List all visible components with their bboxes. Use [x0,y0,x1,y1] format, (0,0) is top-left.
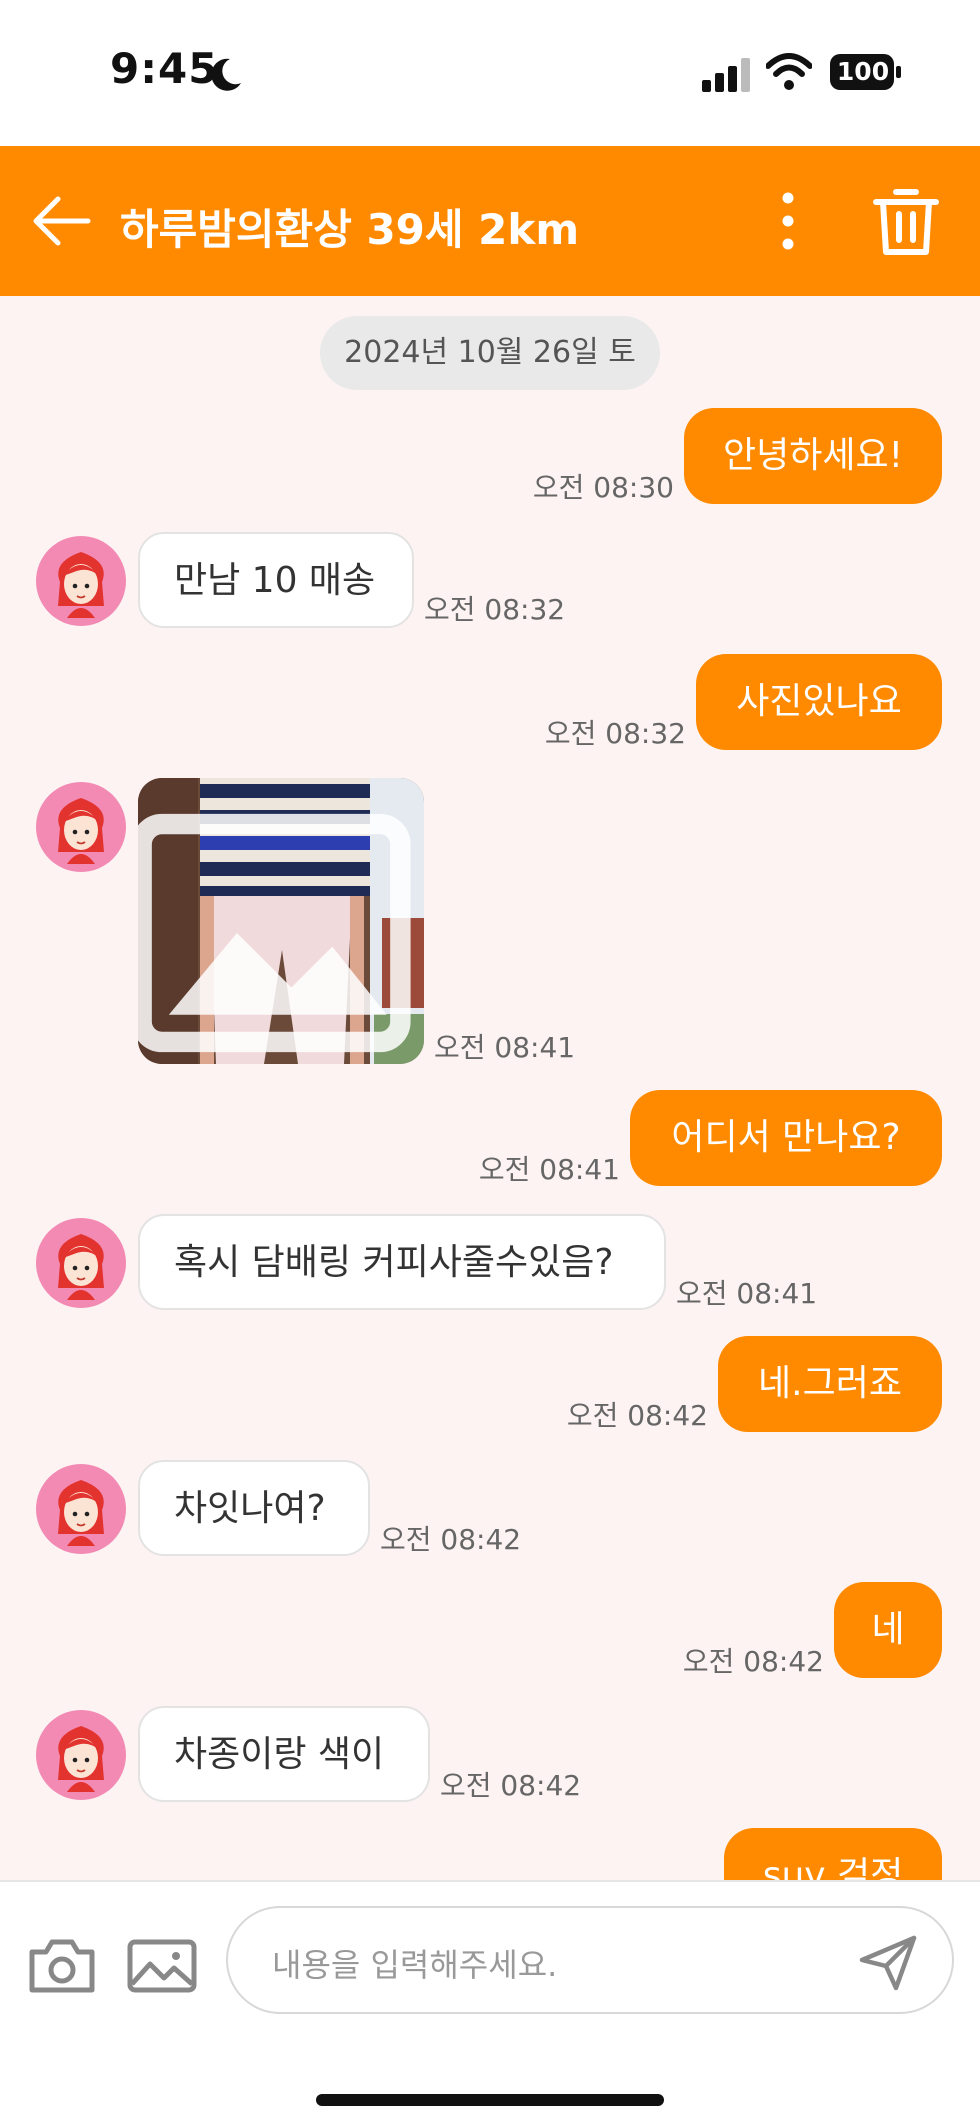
incoming-message-bubble[interactable]: 만남 10 매송 [138,532,414,628]
home-indicator [316,2094,664,2106]
outgoing-message-bubble[interactable]: 네.그러죠 [718,1336,942,1432]
message-time: 오전 08:42 [682,1645,824,1678]
moon-icon [211,58,241,91]
chat-message-list[interactable]: 2024년 10월 26일 토 안녕하세요! 오전 08:30 만남 10 매송… [0,296,980,1880]
trash-icon[interactable] [872,184,940,258]
back-arrow-icon[interactable] [28,188,94,254]
signal-icon [702,58,750,92]
outgoing-message-bubble[interactable]: 네 [834,1582,942,1678]
message-time: 오전 08:42 [440,1769,582,1802]
message-time: 오전 08:32 [424,593,566,626]
shared-photo[interactable] [138,778,424,1064]
battery-level: 100 [836,57,890,86]
incoming-message-bubble[interactable]: 혹시 담배링 커피사줄수있음? [138,1214,666,1310]
partner-avatar[interactable] [36,1464,126,1554]
message-time: 오전 08:32 [544,717,686,750]
message-input-bar: 내용을 입력해주세요. [0,1880,980,2124]
outgoing-message-bubble[interactable]: 사진있나요 [696,654,942,750]
partner-avatar[interactable] [36,782,126,872]
send-icon[interactable] [858,1934,918,1992]
gallery-icon[interactable] [126,1938,198,1994]
incoming-message-bubble[interactable]: 차잇나여? [138,1460,370,1556]
message-time: 오전 08:42 [566,1399,708,1432]
partner-avatar[interactable] [36,1218,126,1308]
message-time: 오전 08:30 [532,471,674,504]
camera-icon[interactable] [26,1936,98,1996]
partner-avatar[interactable] [36,536,126,626]
chat-header: 하루밤의환상 39세 2km [0,146,980,296]
wifi-icon [766,53,812,90]
image-icon [138,813,411,1053]
status-bar: 9:45 100 [0,0,980,146]
message-input-placeholder: 내용을 입력해주세요. [272,1946,558,1984]
outgoing-message-bubble[interactable]: 안녕하세요! [684,408,942,504]
message-time: 오전 08:41 [434,1031,576,1064]
more-options-icon[interactable] [770,188,806,254]
message-time: 오전 08:41 [478,1153,620,1186]
date-separator: 2024년 10월 26일 토 [320,316,660,390]
outgoing-message-bubble[interactable]: 어디서 만나요? [630,1090,942,1186]
message-time: 오전 08:41 [676,1277,818,1310]
status-time: 9:45 [110,44,219,93]
incoming-message-bubble[interactable]: 차종이랑 색이 [138,1706,430,1802]
outgoing-message-bubble[interactable]: suv 검정 [724,1828,942,1880]
message-time: 오전 08:42 [380,1523,522,1556]
chat-partner-title: 하루밤의환상 39세 2km [120,205,580,254]
partner-avatar[interactable] [36,1710,126,1800]
